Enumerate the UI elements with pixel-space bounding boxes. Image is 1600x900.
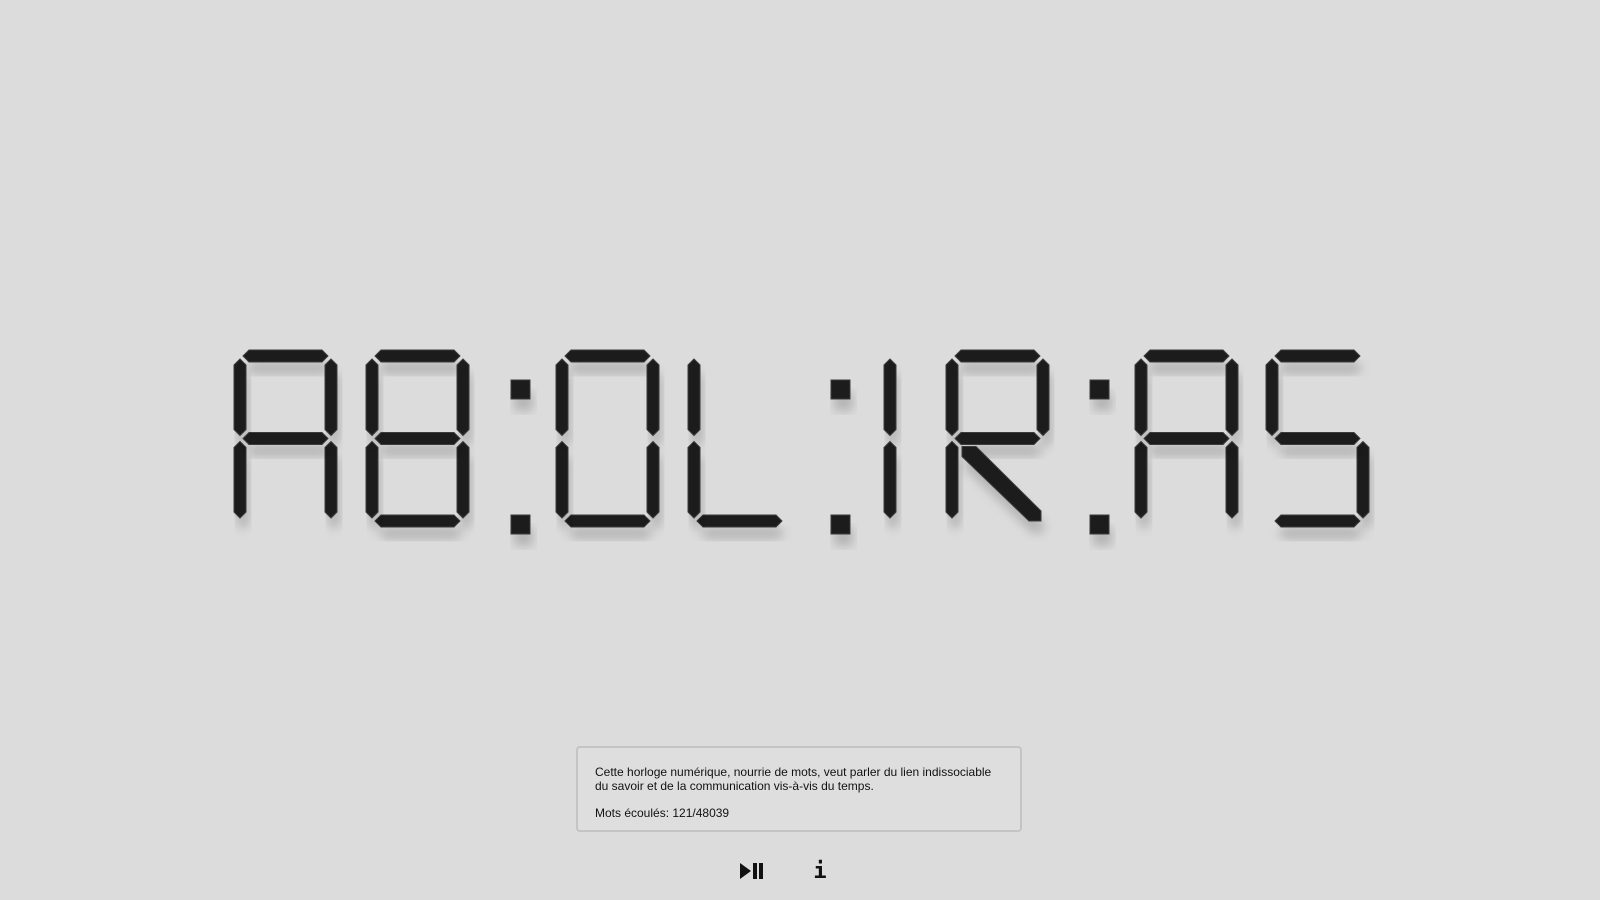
digit-segment-b (1036, 358, 1050, 437)
digit-segment-diag (961, 446, 1042, 522)
digit-segment-g (242, 432, 329, 445)
digit-segment-e (555, 440, 569, 519)
info-button[interactable]: i (805, 856, 835, 886)
play-pause-icon (740, 863, 763, 879)
digit-segment-f (945, 358, 959, 437)
colon-dot-bottom (830, 514, 851, 535)
digit-segment-d (374, 514, 461, 528)
digit-segment-f (1134, 358, 1148, 437)
segment-shadow (378, 444, 463, 457)
digit-segment-f (883, 358, 897, 437)
digit-segment-e (883, 440, 897, 519)
digit-segment-f (233, 358, 247, 437)
digit-segment-d (564, 514, 651, 528)
digit-segment-d (696, 514, 783, 528)
segment-shadow (1278, 444, 1363, 457)
digit-segment-g (954, 432, 1041, 445)
segment-shadow (568, 527, 653, 539)
digit-segment-e (365, 440, 379, 519)
digit-segment-a (564, 349, 651, 363)
colon-dot-top (1089, 379, 1110, 400)
segment-shadow (378, 362, 463, 374)
digit-segment-f (555, 358, 569, 437)
segment-shadow (1147, 362, 1232, 374)
description-text: Cette horloge numérique, nourrie de mots… (595, 765, 992, 793)
info-icon: i (813, 858, 827, 884)
info-panel: Cette horloge numérique, nourrie de mots… (576, 746, 1022, 832)
segment-shadow (700, 527, 785, 539)
segment-shadow (958, 362, 1043, 374)
segment-shadow (1278, 362, 1363, 374)
segment-shadow (1278, 527, 1363, 539)
digit-segment-e (233, 440, 247, 519)
segment-shadow (246, 362, 331, 374)
digit-segment-a (1143, 349, 1230, 363)
digit-segment-a (374, 349, 461, 363)
segment-shadow (378, 527, 463, 539)
colon-dot-top (830, 379, 851, 400)
digit-segment-g (374, 432, 461, 445)
digit-segment-a (954, 349, 1041, 363)
colon-dot-bottom (510, 514, 531, 535)
segment-shadow (1147, 444, 1232, 457)
digit-segment-f (365, 358, 379, 437)
digit-segment-b (646, 358, 660, 437)
digit-segment-e (945, 440, 959, 519)
play-pause-button[interactable] (737, 856, 767, 886)
digit-segment-d (1274, 514, 1361, 528)
digit-segment-c (646, 440, 660, 519)
digit-segment-b (1225, 358, 1239, 437)
segment-shadow (568, 362, 653, 374)
digit-segment-b (456, 358, 470, 437)
digit-segment-e (1134, 440, 1148, 519)
word-counter: Mots écoulés: 121/48039 (595, 806, 730, 820)
digit-segment-e (687, 440, 701, 519)
control-bar: i (0, 856, 1600, 886)
colon-dot-bottom (1089, 514, 1110, 535)
colon-dot-top (510, 379, 531, 400)
digit-segment-g (1143, 432, 1230, 445)
digit-segment-f (1265, 358, 1279, 437)
digit-segment-g (1274, 432, 1361, 445)
clock-page: Cette horloge numérique, nourrie de mots… (0, 0, 1600, 900)
segment-shadow (246, 444, 331, 457)
digit-segment-b (324, 358, 338, 437)
digit-segment-a (1274, 349, 1361, 363)
digit-segment-f (687, 358, 701, 437)
digit-segment-a (242, 349, 329, 363)
